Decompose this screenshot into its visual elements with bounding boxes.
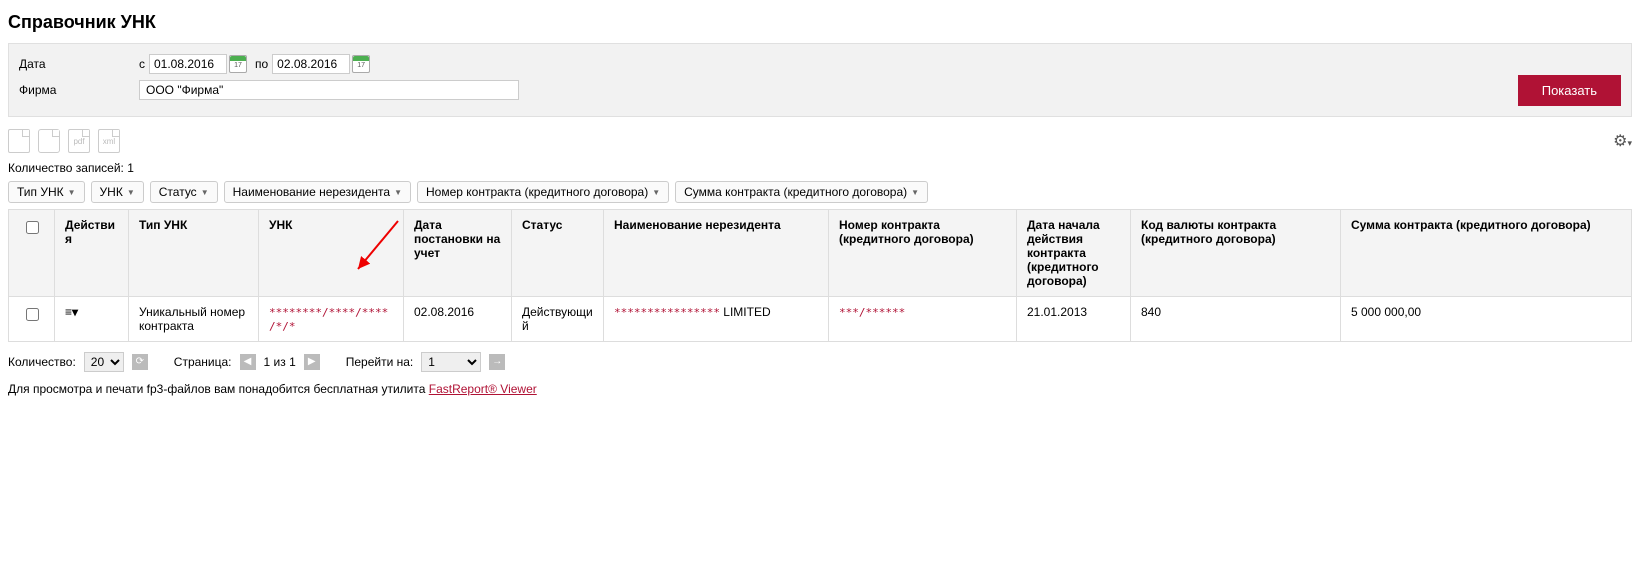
- row-check: [9, 297, 55, 342]
- pager: Количество: 20 ⟳ Страница: ◀ 1 из 1 ▶ Пе…: [8, 352, 1632, 372]
- filter-chip-status[interactable]: Статус▼: [150, 181, 218, 203]
- th-contractnum: Номер контракта (кредитного договора): [829, 210, 1017, 297]
- row-regdate: 02.08.2016: [404, 297, 512, 342]
- row-sum: 5 000 000,00: [1341, 297, 1632, 342]
- th-regdate: Дата постановки на учет: [404, 210, 512, 297]
- row-actions: ≡▾: [55, 297, 129, 342]
- calendar-icon[interactable]: [352, 55, 370, 73]
- toolbar: pdf xml ⚙▾: [8, 129, 1632, 153]
- firm-label: Фирма: [19, 83, 139, 97]
- filter-panel: Дата с по Фирма Показать: [8, 43, 1632, 117]
- th-check: [9, 210, 55, 297]
- calendar-icon[interactable]: [229, 55, 247, 73]
- page-title: Справочник УНК: [8, 12, 1632, 33]
- filter-chip-unk[interactable]: УНК▼: [91, 181, 144, 203]
- footnote: Для просмотра и печати fp3-файлов вам по…: [8, 382, 1632, 396]
- fastreport-link[interactable]: FastReport® Viewer: [429, 382, 537, 396]
- page-size-go[interactable]: ⟳: [132, 354, 148, 370]
- date-label: Дата: [19, 57, 139, 71]
- show-button[interactable]: Показать: [1518, 75, 1621, 106]
- date-from-prefix: с: [139, 57, 145, 71]
- page-next[interactable]: ▶: [304, 354, 320, 370]
- page-size-select[interactable]: 20: [84, 352, 124, 372]
- document-icon[interactable]: [8, 129, 30, 153]
- date-to-prefix: по: [255, 57, 268, 71]
- xml-icon[interactable]: xml: [98, 129, 120, 153]
- filter-chips: Тип УНК▼ УНК▼ Статус▼ Наименование нерез…: [8, 181, 1632, 203]
- page-goto-select[interactable]: 1: [421, 352, 481, 372]
- page-goto-go[interactable]: →: [489, 354, 505, 370]
- th-sum: Сумма контракта (кредитного договора): [1341, 210, 1632, 297]
- filter-chip-contractnum[interactable]: Номер контракта (кредитного договора)▼: [417, 181, 669, 203]
- page-prev[interactable]: ◀: [240, 354, 256, 370]
- row-checkbox[interactable]: [26, 308, 39, 321]
- row-status: Действующий: [512, 297, 604, 342]
- row-action-menu[interactable]: ≡▾: [65, 305, 78, 319]
- th-type: Тип УНК: [129, 210, 259, 297]
- th-startdate: Дата начала действия контракта (кредитно…: [1017, 210, 1131, 297]
- firm-input[interactable]: [139, 80, 519, 100]
- pdf-icon[interactable]: pdf: [68, 129, 90, 153]
- gear-icon[interactable]: ⚙▾: [1613, 131, 1632, 151]
- th-currency: Код валюты контракта (кредитного договор…: [1131, 210, 1341, 297]
- pager-qty-label: Количество:: [8, 355, 76, 369]
- pager-goto-label: Перейти на:: [346, 355, 414, 369]
- records-count: Количество записей: 1: [8, 161, 1632, 175]
- date-to-input[interactable]: [272, 54, 350, 74]
- table-row[interactable]: ≡▾ Уникальный номер контракта ********/*…: [9, 297, 1632, 342]
- page-pos: 1 из 1: [264, 355, 296, 369]
- filter-chip-type[interactable]: Тип УНК▼: [8, 181, 85, 203]
- th-status: Статус: [512, 210, 604, 297]
- pager-page-label: Страница:: [174, 355, 232, 369]
- filter-chip-sum[interactable]: Сумма контракта (кредитного договора)▼: [675, 181, 928, 203]
- filter-chip-nonresident[interactable]: Наименование нерезидента▼: [224, 181, 411, 203]
- data-table: Действия Тип УНК УНК Дата постановки на …: [8, 209, 1632, 342]
- row-contractnum: ***/******: [829, 297, 1017, 342]
- th-unk: УНК: [259, 210, 404, 297]
- th-actions: Действия: [55, 210, 129, 297]
- date-from-input[interactable]: [149, 54, 227, 74]
- print-icon[interactable]: [38, 129, 60, 153]
- row-currency: 840: [1131, 297, 1341, 342]
- th-nonresident: Наименование нерезидента: [604, 210, 829, 297]
- row-unk: ********/****/****/*/*: [259, 297, 404, 342]
- row-nonresident: **************** LIMITED: [604, 297, 829, 342]
- row-startdate: 21.01.2013: [1017, 297, 1131, 342]
- row-type: Уникальный номер контракта: [129, 297, 259, 342]
- select-all-checkbox[interactable]: [26, 221, 39, 234]
